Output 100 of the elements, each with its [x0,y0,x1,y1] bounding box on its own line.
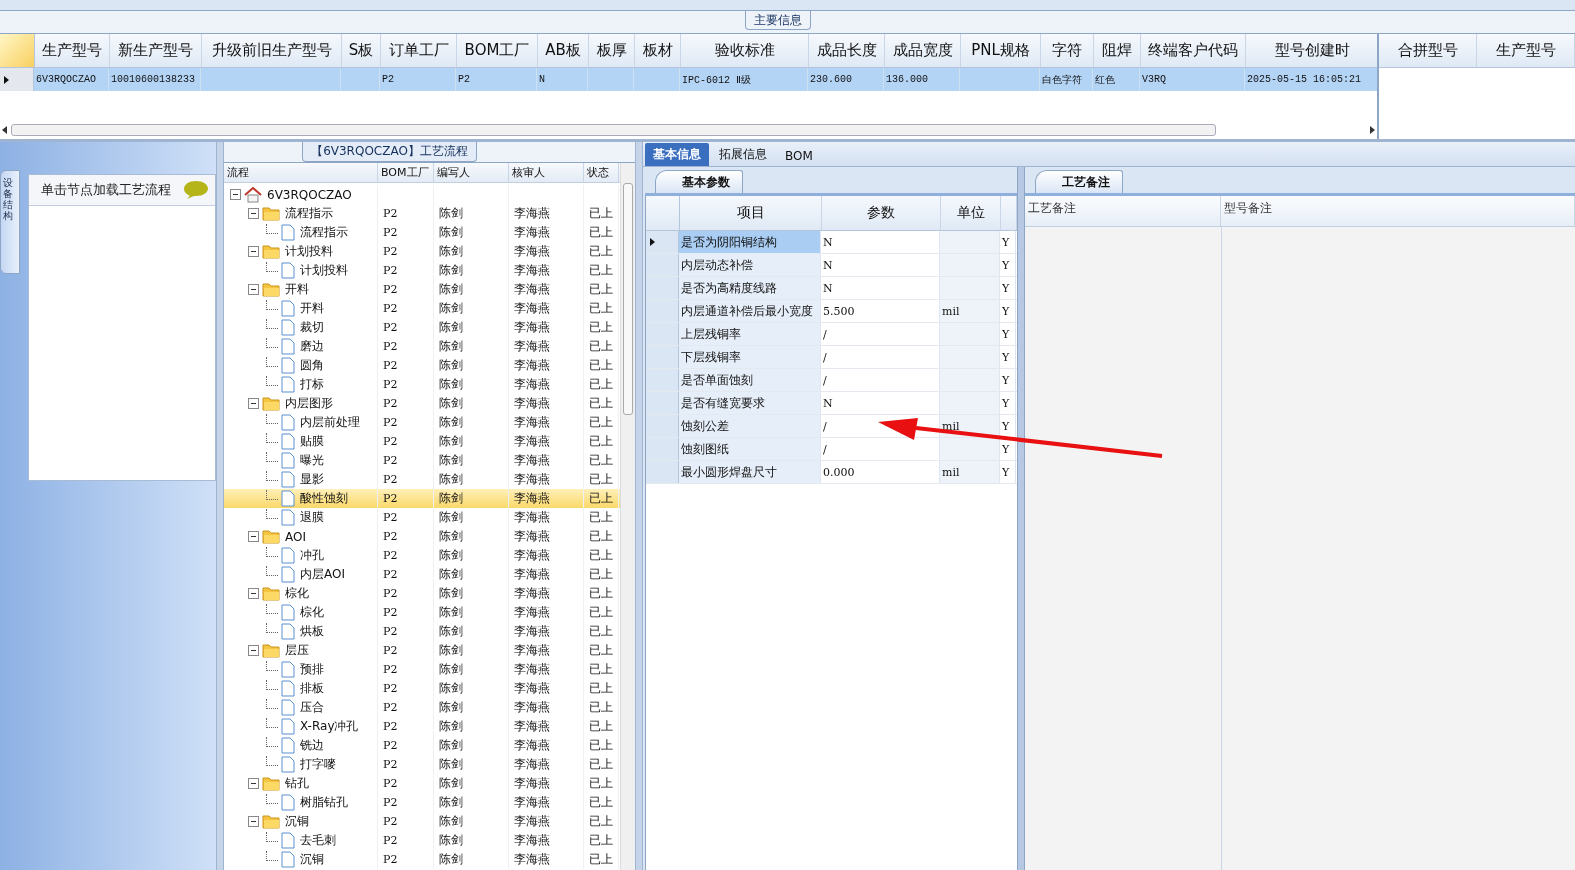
tree-node-label[interactable]: 沉铜 [298,851,326,868]
tree-row[interactable]: 压合 P2 陈剑 李海燕 已上 [224,698,620,717]
table-row[interactable]: 是否有缝宽要求 N Y [646,392,1017,415]
tree-row[interactable]: 开料 P2 陈剑 李海燕 已上 [224,280,620,299]
column-header[interactable]: 参数 [822,196,941,230]
tree-node-label[interactable]: 烘板 [298,623,326,640]
column-header[interactable]: 升级前旧生产型号 [202,34,342,67]
column-header[interactable]: BOM工厂 [457,34,538,67]
tree-node-label[interactable]: 内层图形 [283,395,335,412]
tab[interactable]: 基本参数 [655,170,743,193]
tree-row[interactable]: 退膜 P2 陈剑 李海燕 已上 [224,508,620,527]
tree-node-label[interactable]: X-Ray冲孔 [298,718,361,735]
column-header[interactable]: 编写人 [434,163,509,182]
collapse-icon[interactable] [248,778,259,789]
tree-row[interactable]: 开料 P2 陈剑 李海燕 已上 [224,299,620,318]
tree-node-label[interactable]: AOI [283,529,308,544]
collapse-icon[interactable] [248,208,259,219]
tree-row[interactable]: 圆角 P2 陈剑 李海燕 已上 [224,356,620,375]
column-header[interactable]: AB板 [538,34,589,67]
tree-row[interactable]: 6V3RQOCZAO [224,185,620,204]
tree-row[interactable]: 排板 P2 陈剑 李海燕 已上 [224,679,620,698]
tree-row[interactable]: 内层前处理 P2 陈剑 李海燕 已上 [224,413,620,432]
tree-row[interactable]: 裁切 P2 陈剑 李海燕 已上 [224,318,620,337]
tree-row[interactable]: 树脂钻孔 P2 陈剑 李海燕 已上 [224,793,620,812]
column-header[interactable]: 生产型号 [1477,34,1575,67]
tree-row[interactable]: 预排 P2 陈剑 李海燕 已上 [224,660,620,679]
table-row[interactable]: 最小圆形焊盘尺寸 0.000 mil Y [646,461,1017,484]
vertical-scrollbar[interactable] [620,163,635,870]
table-row[interactable]: 是否为高精度线路 N Y [646,277,1017,300]
tree-row[interactable]: 流程指示 P2 陈剑 李海燕 已上 [224,223,620,242]
column-header[interactable]: 状态 [584,163,619,182]
tree-node-label[interactable]: 内层前处理 [298,414,362,431]
column-header[interactable]: 单位 [941,196,1001,230]
tree-node-label[interactable]: 棕化 [298,604,326,621]
tree-row[interactable]: 棕化 P2 陈剑 李海燕 已上 [224,603,620,622]
column-header[interactable]: BOM工厂 [378,163,434,182]
tab[interactable]: 基本信息 [645,143,709,166]
tree-node-label[interactable]: 计划投料 [283,243,335,260]
tree-node-label[interactable]: 裁切 [298,319,326,336]
tree-row[interactable]: 酸性蚀刻 P2 陈剑 李海燕 已上 [224,489,620,508]
table-row[interactable]: 上层残铜率 / Y [646,323,1017,346]
tree-node-label[interactable]: 计划投料 [298,262,350,279]
tree-node-label[interactable]: 曝光 [298,452,326,469]
tree-node-label[interactable]: 退膜 [298,509,326,526]
tree-node-label[interactable]: 显影 [298,471,326,488]
tree-node-label[interactable]: 磨边 [298,338,326,355]
tree-row[interactable]: 内层AOI P2 陈剑 李海燕 已上 [224,565,620,584]
tree-row[interactable]: 曝光 P2 陈剑 李海燕 已上 [224,451,620,470]
column-header[interactable]: 字符 [1041,34,1094,67]
tree-row[interactable]: 打标 P2 陈剑 李海燕 已上 [224,375,620,394]
collapse-icon[interactable] [248,816,259,827]
tree-row[interactable]: 磨边 P2 陈剑 李海燕 已上 [224,337,620,356]
column-header[interactable]: 板材 [635,34,681,67]
tree-node-label[interactable]: 树脂钻孔 [298,794,350,811]
collapse-icon[interactable] [230,189,241,200]
tree-node-label[interactable]: 层压 [283,642,311,659]
tree-row[interactable]: 贴膜 P2 陈剑 李海燕 已上 [224,432,620,451]
tree-row[interactable]: 计划投料 P2 陈剑 李海燕 已上 [224,261,620,280]
tree-row[interactable]: 冲孔 P2 陈剑 李海燕 已上 [224,546,620,565]
column-header[interactable]: 合拼型号 [1379,34,1477,67]
tree-row[interactable]: 钻孔 P2 陈剑 李海燕 已上 [224,774,620,793]
tree-node-label[interactable]: 压合 [298,699,326,716]
tree-node-label[interactable]: 流程指示 [298,224,350,241]
tree-node-label[interactable]: 打标 [298,376,326,393]
tree-node-label[interactable]: 贴膜 [298,433,326,450]
column-header[interactable]: 生产型号 [35,34,110,67]
tree-node-label[interactable]: 铣边 [298,737,326,754]
tree-row[interactable]: AOI P2 陈剑 李海燕 已上 [224,527,620,546]
table-row[interactable]: 是否单面蚀刻 / Y [646,369,1017,392]
collapse-icon[interactable] [248,588,259,599]
tree-node-label[interactable]: 内层AOI [298,566,347,583]
tree-row[interactable]: 计划投料 P2 陈剑 李海燕 已上 [224,242,620,261]
tree-node-label[interactable]: 去毛刺 [298,832,338,849]
column-header[interactable]: 阻焊 [1094,34,1141,67]
tree-node-label[interactable]: 流程指示 [283,205,335,222]
tree-node-label[interactable]: 钻孔 [283,775,311,792]
tree-row[interactable]: 沉铜 P2 陈剑 李海燕 已上 [224,812,620,831]
tab[interactable]: BOM [777,146,821,166]
tree-node-label[interactable]: 开料 [298,300,326,317]
tree-row[interactable]: 去毛刺 P2 陈剑 李海燕 已上 [224,831,620,850]
column-header[interactable]: S板 [342,34,381,67]
tree-node-label[interactable]: 6V3RQOCZAO [265,187,354,202]
column-header[interactable]: PNL规格 [961,34,1041,67]
tree-row[interactable]: 铣边 P2 陈剑 李海燕 已上 [224,736,620,755]
column-header[interactable]: 新生产型号 [110,34,202,67]
tree-node-label[interactable]: 棕化 [283,585,311,602]
table-row[interactable]: 内层通道补偿后最小宽度 5.500 mil Y [646,300,1017,323]
tree-row[interactable]: 烘板 P2 陈剑 李海燕 已上 [224,622,620,641]
collapse-icon[interactable] [248,531,259,542]
table-row[interactable]: 是否为阴阳铜结构 N Y [646,231,1017,254]
tree-row[interactable]: 流程指示 P2 陈剑 李海燕 已上 [224,204,620,223]
column-header[interactable]: 流程 [224,163,378,182]
column-header[interactable]: 成品长度 [809,34,885,67]
tree-node-label[interactable]: 沉铜 [283,813,311,830]
collapse-icon[interactable] [248,398,259,409]
tab[interactable]: 拓展信息 [711,143,775,166]
column-header[interactable]: 工艺备注 [1025,196,1221,226]
column-header[interactable]: 验收标准 [681,34,809,67]
column-header[interactable]: 订单工厂 [381,34,457,67]
tree-node-label[interactable]: 冲孔 [298,547,326,564]
